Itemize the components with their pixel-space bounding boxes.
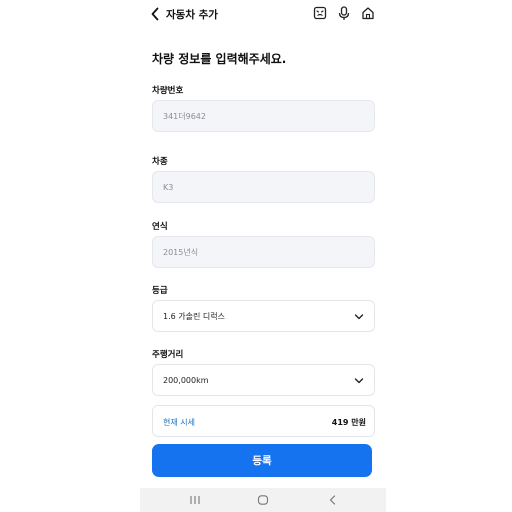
home-icon[interactable] [360,5,376,21]
back-nav-icon[interactable] [326,494,340,506]
chevron-down-icon [354,378,364,384]
plate-number-field: 341더9642 [152,100,375,132]
recent-apps-icon[interactable] [188,494,202,506]
page-title: 자동차 추가 [166,9,218,21]
year-field: 2015년식 [152,236,375,268]
home-button-icon[interactable] [256,494,270,506]
current-price-value: 419 만원 [331,418,366,427]
microphone-icon[interactable] [336,5,352,21]
mileage-select[interactable]: 200,000km [152,364,375,396]
chevron-left-icon[interactable] [150,6,164,22]
chevron-down-icon [354,314,364,320]
plate-number-value: 341더9642 [163,111,206,121]
model-field: K3 [152,171,375,203]
chat-icon[interactable] [312,5,328,21]
plate-number-label: 차량번호 [152,86,184,96]
system-nav-bar [140,488,386,512]
current-price-label: 현재 시세 [163,418,195,427]
form-heading: 차량 정보를 입력해주세요. [152,52,287,66]
year-label: 연식 [152,222,168,232]
register-button[interactable]: 등록 [152,444,372,477]
grade-value: 1.6 가솔린 디럭스 [163,311,225,321]
year-value: 2015년식 [163,247,199,257]
top-bar: 자동차 추가 [140,0,386,28]
model-value: K3 [163,182,174,192]
mileage-value: 200,000km [163,375,209,385]
app-screen: 자동차 추가 차량 정보를 입력해주세요. 차량번호 341더9642 차종 K… [140,0,386,512]
current-price-box: 현재 시세 419 만원 [152,405,375,437]
mileage-label: 주행거리 [152,350,184,360]
grade-label: 등급 [152,286,168,296]
model-label: 차종 [152,157,168,167]
grade-select[interactable]: 1.6 가솔린 디럭스 [152,300,375,332]
